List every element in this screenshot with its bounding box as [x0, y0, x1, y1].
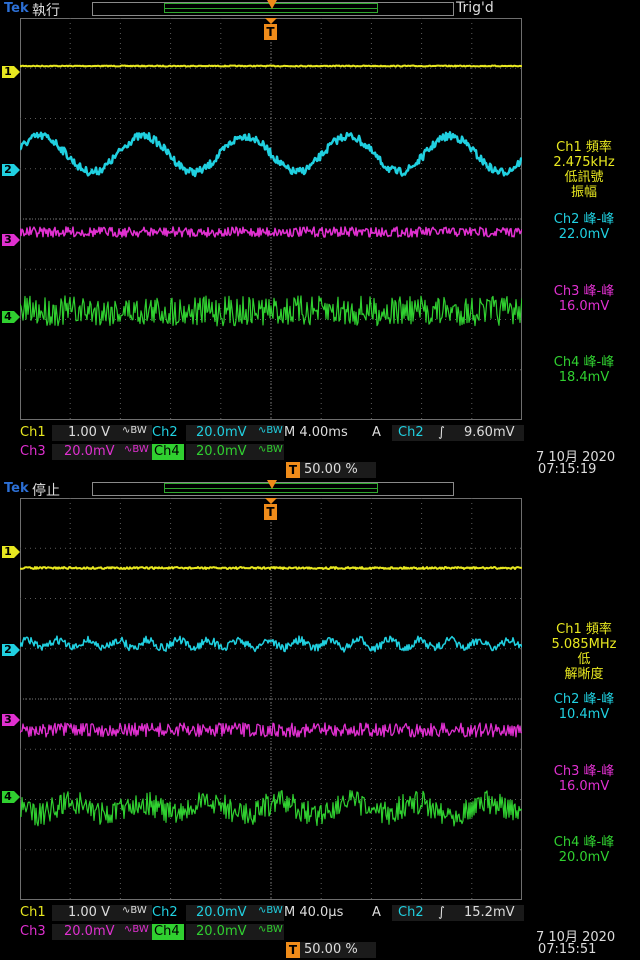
- trigger-position-value[interactable]: 50.00 %: [304, 462, 358, 477]
- ch2-bw-icon: ∿BW: [258, 905, 283, 916]
- brand-logo: Tek: [4, 1, 29, 16]
- measurement-ch1-frequency: Ch1 頻率 2.475kHz 低訊號 振幅: [528, 140, 640, 200]
- ch3-bw-icon: ∿BW: [124, 924, 149, 935]
- measurement-note: 低訊號: [564, 170, 604, 185]
- measurement-note: 振幅: [570, 185, 597, 200]
- measurement-title: Ch2 峰-峰: [553, 212, 615, 227]
- ch1-label[interactable]: Ch1: [20, 905, 46, 920]
- time: 07:15:51: [538, 942, 597, 957]
- scope-screen-1: Tek 執行 Trig'd T 1 2 3 4 Ch1 頻率 2.475kHz …: [0, 0, 640, 480]
- top-status-bar: Tek 執行 Trig'd: [0, 0, 640, 19]
- trigger-slope-icon: ∫: [438, 905, 445, 920]
- ch1-trace: [20, 566, 522, 570]
- measurement-value: 16.0mV: [558, 299, 610, 314]
- trigger-source[interactable]: Ch2: [398, 905, 424, 920]
- ch3-scale[interactable]: 20.0mV: [64, 444, 115, 459]
- ch4-label[interactable]: Ch4: [154, 444, 180, 459]
- ch2-label[interactable]: Ch2: [152, 905, 178, 920]
- measurement-title: Ch4 峰-峰: [553, 835, 615, 850]
- ch1-scale[interactable]: 1.00 V: [68, 425, 110, 440]
- ch3-ground-marker[interactable]: 3: [2, 714, 20, 726]
- ch4-scale[interactable]: 20.0mV: [196, 444, 247, 459]
- acquisition-state: 停止: [32, 483, 60, 499]
- acquisition-state: 執行: [32, 3, 60, 19]
- trigger-source[interactable]: Ch2: [398, 425, 424, 440]
- timebase[interactable]: M 40.0µs: [284, 905, 343, 920]
- ch3-trace: [20, 722, 522, 738]
- measurement-value: 22.0mV: [558, 227, 610, 242]
- graticule-svg: [20, 18, 522, 420]
- ch1-bw-icon: ∿BW: [122, 905, 147, 916]
- measurement-ch2-pk2pk: Ch2 峰-峰 10.4mV: [528, 692, 640, 722]
- trigger-position-arrow-icon: [267, 0, 277, 9]
- waveform-graticule[interactable]: [20, 18, 522, 420]
- measurement-title: Ch2 峰-峰: [553, 692, 615, 707]
- trigger-slope-icon: ∫: [438, 425, 445, 440]
- measurement-ch3-pk2pk: Ch3 峰-峰 16.0mV: [528, 764, 640, 794]
- measurement-ch4-pk2pk: Ch4 峰-峰 20.0mV: [528, 835, 640, 865]
- graticule-svg: [20, 498, 522, 900]
- waveform-graticule[interactable]: [20, 498, 522, 900]
- bottom-readout: Ch1 1.00 V ∿BW Ch2 20.0mV ∿BW M 40.0µs A…: [0, 904, 640, 960]
- ch2-bw-icon: ∿BW: [258, 425, 283, 436]
- ch4-bw-icon: ∿BW: [258, 924, 283, 935]
- trigger-status: Trig'd: [456, 0, 494, 16]
- trigger-level[interactable]: 15.2mV: [464, 905, 515, 920]
- ch3-scale[interactable]: 20.0mV: [64, 924, 115, 939]
- ch3-label[interactable]: Ch3: [20, 924, 46, 939]
- measurement-title: Ch1 頻率: [556, 140, 612, 155]
- ch1-ground-marker[interactable]: 1: [2, 546, 20, 558]
- top-status-bar: Tek 停止: [0, 480, 640, 499]
- measurement-ch4-pk2pk: Ch4 峰-峰 18.4mV: [528, 355, 640, 385]
- measurement-title: Ch3 峰-峰: [553, 764, 615, 779]
- trigger-point-marker: T: [264, 24, 277, 40]
- ch4-ground-marker[interactable]: 4: [2, 311, 20, 323]
- ch4-scale[interactable]: 20.0mV: [196, 924, 247, 939]
- ch1-bw-icon: ∿BW: [122, 425, 147, 436]
- measurement-ch2-pk2pk: Ch2 峰-峰 22.0mV: [528, 212, 640, 242]
- trigger-point-marker: T: [264, 504, 277, 520]
- ch2-ground-marker[interactable]: 2: [2, 164, 20, 176]
- timebase[interactable]: M 4.00ms: [284, 425, 348, 440]
- trigger-position-icon: T: [286, 462, 300, 478]
- measurement-value: 20.0mV: [558, 850, 610, 865]
- ch1-scale[interactable]: 1.00 V: [68, 905, 110, 920]
- brand-logo: Tek: [4, 481, 29, 496]
- measurement-note: 解晰度: [564, 667, 604, 682]
- ch2-scale[interactable]: 20.0mV: [196, 425, 247, 440]
- measurement-value: 18.4mV: [558, 370, 610, 385]
- ch2-ground-marker[interactable]: 2: [2, 644, 20, 656]
- measurement-value: 2.475kHz: [553, 155, 615, 170]
- ch1-trace: [20, 64, 522, 68]
- ch2-label[interactable]: Ch2: [152, 425, 178, 440]
- measurement-title: Ch4 峰-峰: [553, 355, 615, 370]
- measurement-value: 10.4mV: [558, 707, 610, 722]
- trigger-level[interactable]: 9.60mV: [464, 425, 515, 440]
- trigger-position-value[interactable]: 50.00 %: [304, 942, 358, 957]
- ch3-label[interactable]: Ch3: [20, 444, 46, 459]
- measurement-value: 5.085MHz: [551, 637, 617, 652]
- trigger-position-icon: T: [286, 942, 300, 958]
- ch1-label[interactable]: Ch1: [20, 425, 46, 440]
- measurement-note: 低: [577, 652, 591, 667]
- trigger-mode: A: [372, 905, 381, 920]
- measurement-title: Ch3 峰-峰: [553, 284, 615, 299]
- time: 07:15:19: [538, 462, 597, 477]
- measurement-ch1-frequency: Ch1 頻率 5.085MHz 低 解晰度: [528, 622, 640, 682]
- ch3-ground-marker[interactable]: 3: [2, 234, 20, 246]
- ch2-scale[interactable]: 20.0mV: [196, 905, 247, 920]
- measurement-value: 16.0mV: [558, 779, 610, 794]
- ch4-label[interactable]: Ch4: [154, 924, 180, 939]
- trigger-mode: A: [372, 425, 381, 440]
- ch4-ground-marker[interactable]: 4: [2, 791, 20, 803]
- bottom-readout: Ch1 1.00 V ∿BW Ch2 20.0mV ∿BW M 4.00ms A…: [0, 424, 640, 480]
- ch1-ground-marker[interactable]: 1: [2, 66, 20, 78]
- trigger-position-arrow-icon: [267, 480, 277, 489]
- ch4-bw-icon: ∿BW: [258, 444, 283, 455]
- ch3-bw-icon: ∿BW: [124, 444, 149, 455]
- measurement-title: Ch1 頻率: [556, 622, 612, 637]
- scope-screen-2: Tek 停止 T 1 2 3 4 Ch1 頻率 5.085MHz 低 解晰度 C…: [0, 480, 640, 960]
- measurement-ch3-pk2pk: Ch3 峰-峰 16.0mV: [528, 284, 640, 314]
